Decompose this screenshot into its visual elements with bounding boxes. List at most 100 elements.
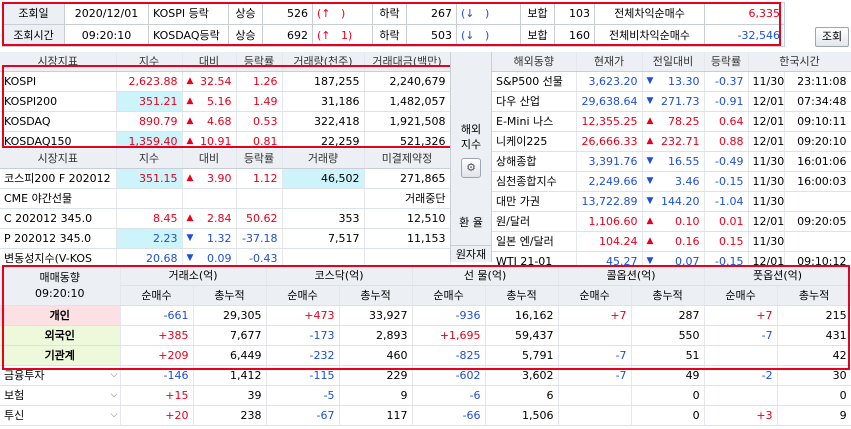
index-value: 8.45 bbox=[116, 208, 183, 229]
date-value: 11/30 bbox=[748, 71, 785, 92]
date-value: 11/30 bbox=[748, 191, 785, 212]
column-header: 등락률 bbox=[236, 149, 283, 169]
change-cell: ▼ 1.32 bbox=[182, 228, 237, 249]
investor-type-select[interactable]: 투신 ⌵ bbox=[0, 405, 121, 426]
overseas-name: 심천종합지수 bbox=[492, 171, 577, 192]
futures-table: 시장지표 지수 대비 등락률 거래량 미결제약정 코스피200 F 202012 351.1… bbox=[0, 149, 451, 269]
table-row[interactable]: C 202012 345.0 8.45 ▲ 2.84 50.62 353 12,510 bbox=[0, 208, 451, 229]
table-row[interactable]: 코스피200 F 202012 351.15 ▲ 3.90 1.12 46,502 271,… bbox=[0, 168, 451, 189]
volume-value: 353 bbox=[282, 208, 365, 229]
table-row[interactable]: 일본 엔/달러 104.24 ▲ 0.16 0.15 11/30 bbox=[492, 231, 851, 252]
change-value: 78.25 bbox=[668, 115, 700, 128]
rate-value: 1.12 bbox=[236, 168, 283, 189]
time-value: 09:10:11 bbox=[784, 111, 851, 132]
rate-value: -0.49 bbox=[704, 151, 749, 172]
triangle-down-icon: ▼ bbox=[646, 76, 654, 86]
net-buy-value bbox=[704, 385, 778, 406]
column-header: 시장지표 bbox=[0, 149, 117, 169]
time-value: 23:11:08 bbox=[784, 71, 851, 92]
triangle-up-icon: ▲ bbox=[646, 216, 654, 226]
table-row[interactable]: 원/달러 1,106.60 ▲ 0.10 0.01 12/01 09:20:05 bbox=[492, 211, 851, 232]
change-cell: ▲ 0.16 bbox=[642, 231, 705, 252]
change-value: 2.84 bbox=[207, 212, 232, 225]
investor-type-label: 금융투자 bbox=[4, 369, 45, 382]
open-interest-value: 거래중단 bbox=[364, 188, 451, 209]
table-row[interactable]: 니케이225 26,666.33 ▲ 232.71 0.88 12/01 09:20:10 bbox=[492, 131, 851, 152]
chevron-down-icon[interactable]: ⌵ bbox=[111, 406, 118, 425]
price-value: 1,106.60 bbox=[576, 211, 643, 232]
table-row[interactable]: 보험 ⌵ +15 39 -5 9 -6 6 0 0 bbox=[0, 385, 851, 406]
net-buy-value bbox=[558, 405, 632, 426]
time-value: 16:00:03 bbox=[784, 171, 851, 192]
cumulative-value: 39 bbox=[193, 385, 267, 406]
overseas-name: 니케이225 bbox=[492, 131, 577, 152]
investor-type-select[interactable]: 보험 ⌵ bbox=[0, 385, 121, 406]
change-cell bbox=[182, 188, 237, 209]
rate-value: 0.88 bbox=[704, 131, 749, 152]
overseas-name: S&P500 선물 bbox=[492, 71, 577, 92]
tab-exchange-rate[interactable]: 환 율 bbox=[451, 214, 491, 230]
date-value: 11/30 bbox=[748, 171, 785, 192]
query-button[interactable]: 조회 bbox=[815, 27, 849, 47]
table-row[interactable]: E-Mini 나스 12,355.25 ▲ 78.25 0.64 12/01 09:10:1… bbox=[492, 111, 851, 132]
column-header: 한국시간 bbox=[748, 52, 851, 72]
time-value: 09:20:05 bbox=[784, 211, 851, 232]
date-value: 11/30 bbox=[748, 151, 785, 172]
net-buy-value: -5 bbox=[266, 385, 340, 406]
time-value: 16:01:06 bbox=[784, 151, 851, 172]
open-interest-value: 271,865 bbox=[364, 168, 451, 189]
overseas-name: 원/달러 bbox=[492, 211, 577, 232]
table-row[interactable]: CME 야간선물 거래중단 bbox=[0, 188, 451, 209]
time-value: 09:20:10 bbox=[784, 131, 851, 152]
cumulative-value: 6 bbox=[485, 385, 559, 406]
column-header: 현재가 bbox=[576, 52, 643, 72]
net-buy-value: -67 bbox=[266, 405, 340, 426]
overseas-name: 대만 가권 bbox=[492, 191, 577, 212]
price-value: 13,722.89 bbox=[576, 191, 643, 212]
table-row[interactable]: 심천종합지수 2,249.66 ▼ 3.46 -0.15 11/30 16:00:03 bbox=[492, 171, 851, 192]
date-value: 12/01 bbox=[748, 111, 785, 132]
rate-value: -37.18 bbox=[236, 228, 283, 249]
net-buy-value bbox=[558, 385, 632, 406]
table-row[interactable]: S&P500 선물 3,623.20 ▼ 13.30 -0.37 11/30 23:11:0… bbox=[492, 71, 851, 92]
column-header: 등락률 bbox=[704, 52, 749, 72]
futures-name: P 202012 345.0 bbox=[0, 228, 117, 249]
triangle-down-icon: ▼ bbox=[646, 176, 654, 186]
rate-value: 50.62 bbox=[236, 208, 283, 229]
change-value: 3.90 bbox=[207, 172, 232, 185]
overseas-name: 다우 산업 bbox=[492, 91, 577, 112]
triangle-down-icon: ▼ bbox=[646, 156, 654, 166]
rate-value: 0.15 bbox=[704, 231, 749, 252]
futures-name: 코스피200 F 202012 bbox=[0, 168, 117, 189]
change-value: 13.30 bbox=[668, 75, 700, 88]
table-row[interactable]: 대만 가권 13,722.89 ▼ 144.20 -1.04 11/30 bbox=[492, 191, 851, 212]
table-header: 해외동향 현재가 전일대비 등락률 한국시간 bbox=[492, 52, 851, 72]
price-value: 26,666.33 bbox=[576, 131, 643, 152]
volume-value bbox=[282, 188, 365, 209]
table-row[interactable]: P 202012 345.0 2.23 ▼ 1.32 -37.18 7,517 11,153 bbox=[0, 228, 451, 249]
triangle-up-icon: ▲ bbox=[646, 136, 654, 146]
column-header: 거래량 bbox=[282, 149, 365, 169]
net-buy-value: +15 bbox=[120, 385, 194, 406]
volume-value: 46,502 bbox=[282, 168, 365, 189]
column-header: 미결제약정 bbox=[364, 149, 451, 169]
cumulative-value: 0 bbox=[777, 385, 851, 406]
table-row[interactable]: 다우 산업 29,638.64 ▼ 271.73 -0.91 12/01 07:34:48 bbox=[492, 91, 851, 112]
price-value: 104.24 bbox=[576, 231, 643, 252]
gear-icon[interactable]: ⚙ bbox=[461, 158, 481, 178]
table-row[interactable]: 상해종합 3,391.76 ▼ 16.55 -0.49 11/30 16:01:06 bbox=[492, 151, 851, 172]
index-value: 2.23 bbox=[116, 228, 183, 249]
change-cell: ▲ 232.71 bbox=[642, 131, 705, 152]
overseas-table: 해외동향 현재가 전일대비 등락률 한국시간 S&P500 선물 3,623.20 ▼ 13.… bbox=[492, 52, 851, 272]
overseas-name: 상해종합 bbox=[492, 151, 577, 172]
tab-overseas-index[interactable]: 해외 지수 bbox=[451, 122, 491, 152]
futures-name: CME 야간선물 bbox=[0, 188, 117, 209]
tab-commodity[interactable]: 원자재 bbox=[451, 245, 491, 262]
time-value: 07:34:48 bbox=[784, 91, 851, 112]
change-cell: ▼ 13.30 bbox=[642, 71, 705, 92]
rate-value: -1.04 bbox=[704, 191, 749, 212]
change-value: 271.73 bbox=[661, 95, 700, 108]
table-row[interactable]: 투신 ⌵ +20 238 -67 117 -66 1,506 0 +3 9 bbox=[0, 405, 851, 426]
chevron-down-icon[interactable]: ⌵ bbox=[111, 386, 118, 405]
time-value bbox=[784, 191, 851, 212]
